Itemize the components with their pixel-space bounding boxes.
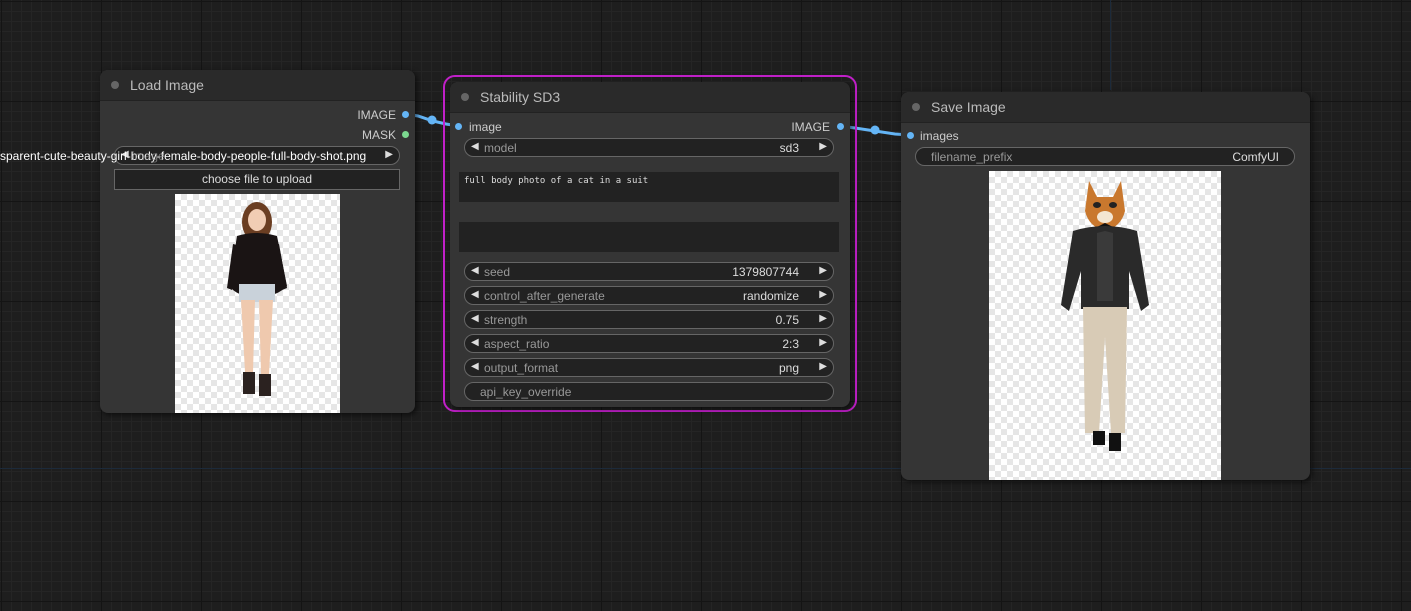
save-image-node[interactable]: Save Image images filename_prefix ComfyU… xyxy=(901,92,1310,480)
arrow-right-icon[interactable]: ▶ xyxy=(819,337,827,348)
arrow-left-icon[interactable]: ◀ xyxy=(471,361,479,372)
seed-widget[interactable]: ◀ seed 1379807744 ▶ xyxy=(464,262,834,281)
input-images-label: images xyxy=(920,129,959,143)
widget-label: control_after_generate xyxy=(484,289,605,303)
title-dot-icon[interactable] xyxy=(111,81,119,89)
node-title: Load Image xyxy=(130,77,204,93)
negative-prompt-textarea[interactable] xyxy=(459,222,839,252)
node-title-bar[interactable]: Load Image xyxy=(100,70,415,101)
aspect-ratio-widget[interactable]: ◀ aspect_ratio 2:3 ▶ xyxy=(464,334,834,353)
output-image-label: IMAGE xyxy=(791,120,830,134)
output-image-preview xyxy=(989,171,1221,480)
model-combo-widget[interactable]: ◀ model sd3 ▶ xyxy=(464,138,834,157)
input-images-slot[interactable] xyxy=(907,132,914,139)
preview-image xyxy=(175,194,340,413)
output-image-slot[interactable] xyxy=(402,111,409,118)
cat-in-suit-figure xyxy=(1061,181,1149,451)
widget-value: ComfyUI xyxy=(1232,150,1279,164)
arrow-left-icon[interactable]: ◀ xyxy=(471,141,479,152)
widget-label: seed xyxy=(484,265,511,279)
node-title: Save Image xyxy=(931,99,1006,115)
input-image-slot[interactable] xyxy=(455,123,462,130)
title-dot-icon[interactable] xyxy=(912,103,920,111)
stability-sd3-node[interactable]: Stability SD3 image IMAGE ◀ model sd3 ▶ … xyxy=(450,82,850,407)
widget-label: model xyxy=(484,141,517,155)
input-image-label: image xyxy=(469,120,502,134)
output-mask-label: MASK xyxy=(361,128,396,142)
widget-value: png xyxy=(778,361,799,375)
widget-label: api_key_override xyxy=(480,385,572,399)
arrow-left-icon[interactable]: ◀ xyxy=(471,265,479,276)
title-dot-icon[interactable] xyxy=(461,93,469,101)
widget-value: randomize xyxy=(742,289,799,303)
link-midpoint xyxy=(427,115,437,125)
arrow-right-icon[interactable]: ▶ xyxy=(819,313,827,324)
load-image-node[interactable]: Load Image IMAGE MASK ◀ ▶ choose file to… xyxy=(100,70,415,413)
link-midpoint xyxy=(870,125,880,135)
widget-label: aspect_ratio xyxy=(484,337,550,351)
girl-figure xyxy=(227,202,287,396)
control-after-generate-widget[interactable]: ◀ control_after_generate randomize ▶ xyxy=(464,286,834,305)
image-widget-label: image xyxy=(132,149,165,163)
arrow-right-icon[interactable]: ▶ xyxy=(819,289,827,300)
node-title-bar[interactable]: Save Image xyxy=(901,92,1310,123)
widget-value: sd3 xyxy=(779,141,799,155)
strength-widget[interactable]: ◀ strength 0.75 ▶ xyxy=(464,310,834,329)
filename-prefix-input[interactable]: filename_prefix ComfyUI xyxy=(915,147,1295,166)
widget-label: strength xyxy=(484,313,528,327)
widget-label: output_format xyxy=(484,361,559,375)
widget-value: 1379807744 xyxy=(732,265,799,279)
output-image-slot[interactable] xyxy=(837,123,844,130)
arrow-right-icon[interactable]: ▶ xyxy=(819,141,827,152)
widget-label: filename_prefix xyxy=(931,150,1013,164)
prompt-textarea[interactable]: full body photo of a cat in a suit xyxy=(459,172,839,202)
arrow-right-icon[interactable]: ▶ xyxy=(385,149,393,160)
arrow-right-icon[interactable]: ▶ xyxy=(819,361,827,372)
output-format-widget[interactable]: ◀ output_format png ▶ xyxy=(464,358,834,377)
arrow-left-icon[interactable]: ◀ xyxy=(471,289,479,300)
widget-value: 2:3 xyxy=(782,337,799,351)
image-filename-value: sparent-cute-beauty-girl-body-female-bod… xyxy=(0,149,367,163)
widget-value: 0.75 xyxy=(775,313,799,327)
arrow-left-icon[interactable]: ◀ xyxy=(471,337,479,348)
arrow-left-icon[interactable]: ◀ xyxy=(471,313,479,324)
upload-button[interactable]: choose file to upload xyxy=(114,169,400,190)
arrow-right-icon[interactable]: ▶ xyxy=(819,265,827,276)
api-key-override-input[interactable]: api_key_override xyxy=(464,382,834,401)
output-mask-slot[interactable] xyxy=(402,131,409,138)
node-title: Stability SD3 xyxy=(480,89,561,105)
output-image-label: IMAGE xyxy=(357,108,396,122)
node-title-bar[interactable]: Stability SD3 xyxy=(450,82,850,113)
